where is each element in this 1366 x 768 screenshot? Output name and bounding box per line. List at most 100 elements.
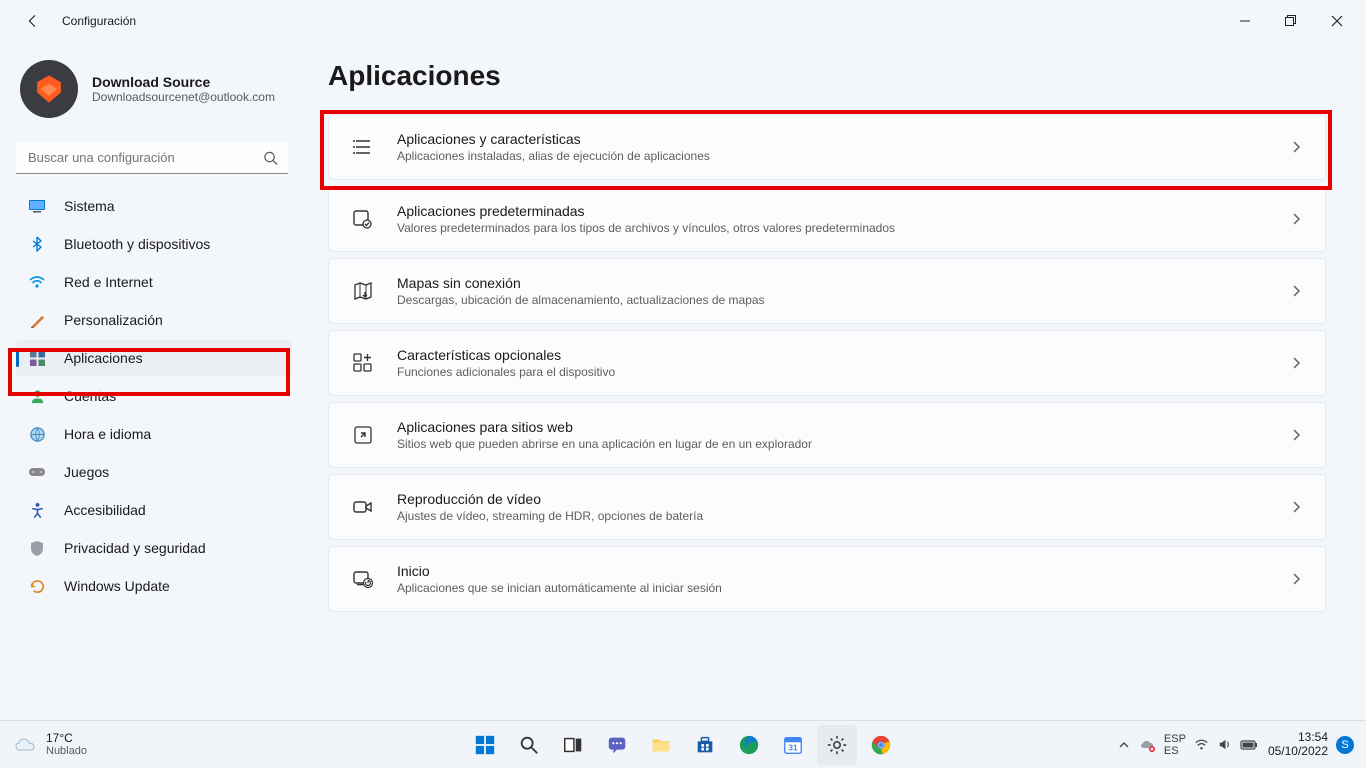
apps-icon bbox=[28, 349, 46, 367]
card-sub: Aplicaciones instaladas, alias de ejecuc… bbox=[397, 149, 1289, 163]
nav-label: Personalización bbox=[64, 312, 163, 328]
chevron-right-icon bbox=[1289, 212, 1303, 226]
user-chip[interactable]: S bbox=[1336, 736, 1354, 754]
card-title: Reproducción de vídeo bbox=[397, 491, 1289, 507]
nav-label: Aplicaciones bbox=[64, 350, 143, 366]
globe-icon bbox=[28, 425, 46, 443]
microsoft-store-button[interactable] bbox=[685, 725, 725, 765]
chat-button[interactable] bbox=[597, 725, 637, 765]
nav-item-cuentas[interactable]: Cuentas bbox=[16, 378, 292, 414]
card-default-apps[interactable]: Aplicaciones predeterminadas Valores pre… bbox=[328, 186, 1326, 252]
card-video-playback[interactable]: Reproducción de vídeo Ajustes de vídeo, … bbox=[328, 474, 1326, 540]
profile-name: Download Source bbox=[92, 74, 275, 90]
clock-time: 13:54 bbox=[1298, 731, 1328, 745]
card-sub: Valores predeterminados para los tipos d… bbox=[397, 221, 1289, 235]
maximize-button[interactable] bbox=[1268, 5, 1314, 37]
monitor-icon bbox=[28, 197, 46, 215]
nav-item-update[interactable]: Windows Update bbox=[16, 568, 292, 604]
file-explorer-button[interactable] bbox=[641, 725, 681, 765]
onedrive-icon[interactable] bbox=[1140, 737, 1156, 753]
startup-icon bbox=[351, 567, 375, 591]
video-icon bbox=[351, 495, 375, 519]
language-indicator[interactable]: ESPES bbox=[1164, 733, 1186, 757]
website-app-icon bbox=[351, 423, 375, 447]
nav-item-juegos[interactable]: Juegos bbox=[16, 454, 292, 490]
card-sub: Funciones adicionales para el dispositiv… bbox=[397, 365, 1289, 379]
nav-label: Windows Update bbox=[64, 578, 170, 594]
wifi-tray-icon[interactable] bbox=[1194, 737, 1209, 752]
nav-label: Privacidad y seguridad bbox=[64, 540, 206, 556]
search-input[interactable] bbox=[16, 142, 288, 174]
battery-tray-icon[interactable] bbox=[1240, 739, 1258, 751]
calendar-button[interactable]: 31 bbox=[773, 725, 813, 765]
chevron-right-icon bbox=[1289, 572, 1303, 586]
card-offline-maps[interactable]: Mapas sin conexión Descargas, ubicación … bbox=[328, 258, 1326, 324]
card-title: Aplicaciones predeterminadas bbox=[397, 203, 1289, 219]
nav-label: Accesibilidad bbox=[64, 502, 146, 518]
accessibility-icon bbox=[28, 501, 46, 519]
brush-icon bbox=[28, 311, 46, 329]
tray-chevron-icon[interactable] bbox=[1118, 739, 1130, 751]
nav-item-aplicaciones[interactable]: Aplicaciones bbox=[16, 340, 292, 376]
close-button[interactable] bbox=[1314, 5, 1360, 37]
task-view-button[interactable] bbox=[553, 725, 593, 765]
nav-item-accesibilidad[interactable]: Accesibilidad bbox=[16, 492, 292, 528]
nav-item-bluetooth[interactable]: Bluetooth y dispositivos bbox=[16, 226, 292, 262]
nav-label: Sistema bbox=[64, 198, 115, 214]
app-title: Configuración bbox=[62, 14, 136, 28]
weather-condition: Nublado bbox=[46, 745, 87, 757]
nav-label: Juegos bbox=[64, 464, 109, 480]
nav-label: Bluetooth y dispositivos bbox=[64, 236, 210, 252]
card-title: Inicio bbox=[397, 563, 1289, 579]
profile[interactable]: Download Source Downloadsourcenet@outloo… bbox=[16, 54, 292, 136]
system-tray[interactable]: ESPES bbox=[1118, 733, 1258, 757]
titlebar: Configuración bbox=[0, 0, 1366, 42]
sidebar: Download Source Downloadsourcenet@outloo… bbox=[0, 42, 300, 720]
nav-item-hora[interactable]: Hora e idioma bbox=[16, 416, 292, 452]
card-startup[interactable]: Inicio Aplicaciones que se inician autom… bbox=[328, 546, 1326, 612]
card-title: Características opcionales bbox=[397, 347, 1289, 363]
card-title: Aplicaciones para sitios web bbox=[397, 419, 1289, 435]
nav-item-privacidad[interactable]: Privacidad y seguridad bbox=[16, 530, 292, 566]
nav-label: Cuentas bbox=[64, 388, 116, 404]
chrome-button[interactable] bbox=[861, 725, 901, 765]
list-icon bbox=[351, 135, 375, 159]
bluetooth-icon bbox=[28, 235, 46, 253]
nav: Sistema Bluetooth y dispositivos Red e I… bbox=[16, 188, 292, 604]
taskbar-clock[interactable]: 13:54 05/10/2022 bbox=[1268, 731, 1328, 759]
cloud-icon bbox=[14, 733, 38, 757]
card-apps-websites[interactable]: Aplicaciones para sitios web Sitios web … bbox=[328, 402, 1326, 468]
card-optional-features[interactable]: Características opcionales Funciones adi… bbox=[328, 330, 1326, 396]
page-title: Aplicaciones bbox=[328, 60, 1326, 92]
default-apps-icon bbox=[351, 207, 375, 231]
card-sub: Aplicaciones que se inician automáticame… bbox=[397, 581, 1289, 595]
edge-button[interactable] bbox=[729, 725, 769, 765]
shield-icon bbox=[28, 539, 46, 557]
card-title: Mapas sin conexión bbox=[397, 275, 1289, 291]
card-apps-features[interactable]: Aplicaciones y características Aplicacio… bbox=[328, 114, 1326, 180]
nav-label: Hora e idioma bbox=[64, 426, 151, 442]
nav-item-personalizacion[interactable]: Personalización bbox=[16, 302, 292, 338]
nav-item-red[interactable]: Red e Internet bbox=[16, 264, 292, 300]
nav-item-sistema[interactable]: Sistema bbox=[16, 188, 292, 224]
chevron-right-icon bbox=[1289, 356, 1303, 370]
chevron-right-icon bbox=[1289, 428, 1303, 442]
search-icon bbox=[263, 151, 278, 166]
wifi-icon bbox=[28, 273, 46, 291]
card-title: Aplicaciones y características bbox=[397, 131, 1289, 147]
volume-tray-icon[interactable] bbox=[1217, 737, 1232, 752]
settings-button[interactable] bbox=[817, 725, 857, 765]
search-button[interactable] bbox=[509, 725, 549, 765]
nav-label: Red e Internet bbox=[64, 274, 153, 290]
card-sub: Sitios web que pueden abrirse en una apl… bbox=[397, 437, 1289, 451]
search-wrap bbox=[16, 142, 288, 174]
taskbar-center: 31 bbox=[465, 725, 901, 765]
taskbar-weather[interactable]: 17°C Nublado bbox=[0, 732, 87, 757]
chevron-right-icon bbox=[1289, 140, 1303, 154]
gamepad-icon bbox=[28, 463, 46, 481]
minimize-button[interactable] bbox=[1222, 5, 1268, 37]
start-button[interactable] bbox=[465, 725, 505, 765]
back-button[interactable] bbox=[18, 7, 46, 35]
chevron-right-icon bbox=[1289, 284, 1303, 298]
map-icon bbox=[351, 279, 375, 303]
